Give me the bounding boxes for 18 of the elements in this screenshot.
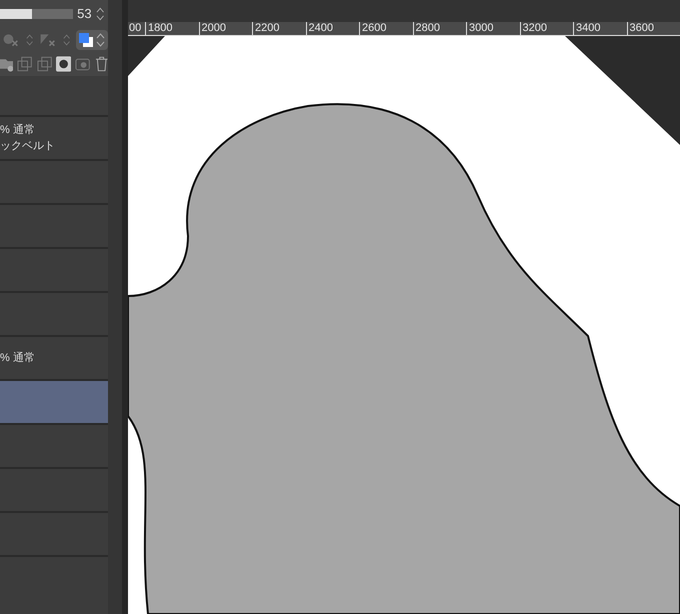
blend-mode-label: % 通常 xyxy=(0,350,36,366)
opacity-slider[interactable] xyxy=(0,9,74,19)
layer-row[interactable] xyxy=(0,379,108,423)
blend-mode-label: % 通常 xyxy=(0,122,36,138)
opacity-value: 53 xyxy=(77,5,92,24)
trash-icon[interactable] xyxy=(94,56,108,72)
scrollbar-track[interactable] xyxy=(108,0,122,614)
copy-layer-icon[interactable] xyxy=(17,56,33,72)
color-swatch-button[interactable] xyxy=(76,30,108,50)
ruler: 00 1800 2000 2200 2400 2600 2800 3000 3200 3400 3600 xyxy=(128,22,680,36)
stepper-icon[interactable] xyxy=(96,6,104,22)
color-swatch-icon xyxy=(79,33,93,47)
new-folder-icon[interactable] xyxy=(0,56,14,72)
layer-mask-icon[interactable] xyxy=(56,56,72,72)
layer-name: ックベルト xyxy=(0,139,56,154)
stepper-icon[interactable] xyxy=(26,32,33,48)
stepper-icon xyxy=(96,32,105,48)
stepper-icon[interactable] xyxy=(62,32,70,48)
